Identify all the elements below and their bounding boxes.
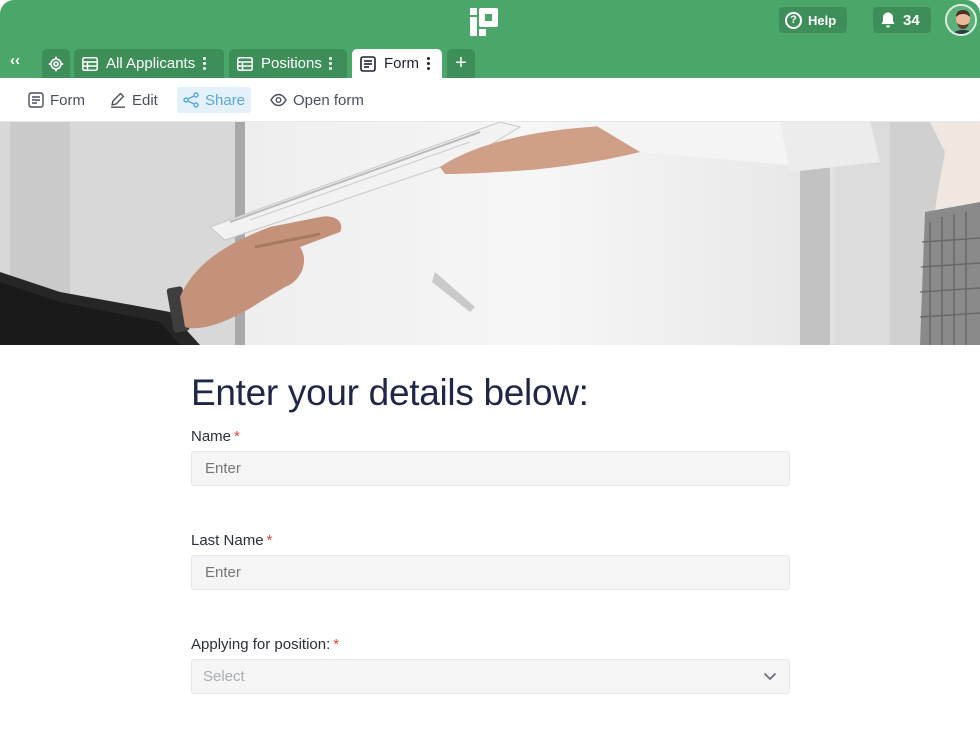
position-select[interactable]: Select — [191, 659, 790, 694]
add-tab-button[interactable]: + — [447, 49, 475, 78]
plus-icon: + — [455, 52, 467, 74]
grid-table-icon — [82, 56, 98, 71]
question-circle-icon: ? — [785, 11, 802, 29]
handing-documents-photo — [0, 122, 980, 345]
top-bar: ? Help 34 — [0, 0, 980, 44]
required-marker: * — [234, 428, 240, 445]
share-button[interactable]: Share — [177, 87, 252, 113]
name-label: Name * — [191, 428, 240, 445]
chevron-down-icon — [763, 672, 777, 681]
bell-icon — [881, 12, 895, 28]
required-marker: * — [333, 636, 340, 653]
form-cover-image — [0, 122, 980, 345]
tab-all-applicants[interactable]: All Applicants — [74, 49, 224, 78]
name-input[interactable] — [191, 451, 790, 486]
app-window: ? Help 34 ‹‹ All Applicants Positions Fo… — [0, 0, 980, 741]
app-logo-icon[interactable] — [468, 6, 500, 38]
settings-button[interactable] — [42, 49, 70, 78]
form-label: Form — [50, 91, 85, 109]
form-icon — [360, 55, 376, 72]
form-view-button[interactable]: Form — [22, 87, 91, 113]
tab-positions[interactable]: Positions — [229, 49, 347, 78]
form-toolbar: Form Edit Share Open form — [0, 78, 980, 122]
share-label: Share — [205, 91, 246, 109]
notifications-button[interactable]: 34 — [873, 7, 931, 33]
grid-table-icon — [237, 56, 253, 71]
share-icon — [183, 92, 199, 108]
eye-icon — [270, 93, 287, 107]
tab-menu-icon[interactable] — [327, 57, 335, 70]
last-name-label: Last Name * — [191, 532, 272, 549]
required-marker: * — [266, 532, 273, 549]
form-icon — [28, 92, 44, 108]
gear-icon — [48, 56, 64, 71]
position-label: Applying for position: * — [191, 636, 339, 653]
last-name-label-text: Last Name — [191, 532, 264, 549]
notifications-count: 34 — [903, 11, 920, 29]
position-select-placeholder: Select — [203, 668, 245, 685]
tab-menu-icon[interactable] — [200, 57, 208, 70]
form-title: Enter your details below: — [191, 372, 589, 413]
name-label-text: Name — [191, 428, 232, 445]
avatar-icon — [947, 6, 975, 34]
collapse-sidebar-button[interactable]: ‹‹ — [10, 52, 20, 69]
tab-label: Form — [384, 55, 419, 72]
tab-label: Positions — [261, 55, 322, 72]
tab-menu-icon[interactable] — [424, 57, 432, 70]
tab-form[interactable]: Form — [352, 49, 442, 78]
tab-bar: ‹‹ All Applicants Positions Form + — [0, 44, 980, 78]
help-label: Help — [808, 12, 837, 28]
pencil-icon — [111, 92, 125, 108]
position-label-text: Applying for position: — [191, 636, 331, 653]
edit-button[interactable]: Edit — [104, 87, 164, 113]
help-button[interactable]: ? Help — [779, 7, 847, 33]
last-name-input[interactable] — [191, 555, 790, 590]
open-form-label: Open form — [293, 91, 364, 109]
user-avatar[interactable] — [945, 4, 977, 36]
open-form-button[interactable]: Open form — [264, 87, 370, 113]
tab-label: All Applicants — [106, 55, 196, 72]
edit-label: Edit — [132, 91, 158, 109]
